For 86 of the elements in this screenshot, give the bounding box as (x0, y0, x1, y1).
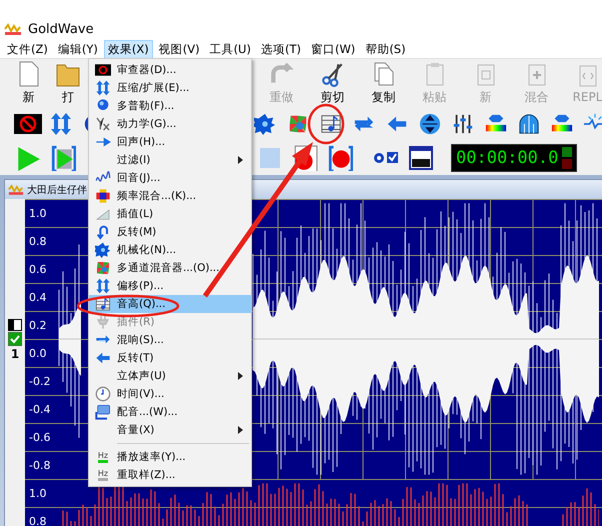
menu-item[interactable]: 插值(L) (89, 205, 251, 223)
menu-item[interactable]: 编辑(Y) (54, 40, 102, 58)
window-icon (409, 146, 433, 170)
axis-label: 0.8 (28, 515, 48, 526)
menu-item[interactable]: 混响(S)... (89, 331, 251, 349)
app-logo-icon (4, 23, 22, 35)
axis-label: 0.2 (28, 319, 48, 332)
menu-item[interactable]: 立体声(U) (89, 367, 251, 385)
menu-item[interactable]: Hz 重取样(Z)... (89, 466, 251, 484)
app-title: GoldWave (28, 22, 94, 36)
music-note-icon (95, 296, 111, 312)
highlight-circle (308, 104, 344, 144)
menu-item[interactable]: 时间(V)... (89, 385, 251, 403)
axis-label: -0.2 (28, 375, 52, 388)
crossed-axes-icon (95, 116, 111, 132)
music-note-icon (320, 113, 342, 135)
speech-bubble-icon (95, 404, 111, 420)
sliders-icon (452, 113, 474, 135)
document-title: 大田后生仔伴 (27, 184, 87, 196)
submenu-arrow-icon (238, 156, 243, 164)
open-button[interactable]: 打 (56, 60, 80, 106)
gear-icon (95, 242, 111, 258)
axis-label: -0.4 (28, 403, 52, 416)
new-file-button[interactable]: 新 (3, 60, 54, 106)
menu-item[interactable]: 效果(X) (104, 40, 153, 58)
loop-play-icon (50, 145, 76, 171)
menu-item[interactable]: 工具(U) (206, 40, 255, 58)
axis-label: 1.0 (28, 487, 48, 500)
axis-label: 0.6 (28, 263, 48, 276)
up-down-arrows-icon (95, 278, 111, 294)
menu-item[interactable]: 压缩/扩展(E)... (89, 79, 251, 97)
channel-square-icon (8, 319, 22, 331)
clock-icon (95, 386, 111, 402)
menu-item[interactable]: 音量(X) (89, 421, 251, 439)
menu-item[interactable]: 反转(M) (89, 223, 251, 241)
menu-item[interactable]: Hz 播放速率(Y)... (89, 448, 251, 466)
menu-item[interactable]: 窗口(W) (306, 40, 360, 58)
loop-record-icon (327, 145, 353, 171)
up-down-arrows-icon (49, 112, 73, 136)
cut-button[interactable]: 剪切 (307, 60, 358, 106)
left-arrow-icon (95, 350, 111, 366)
channel-checkbox[interactable] (8, 332, 22, 346)
axis-label: 0.4 (28, 291, 48, 304)
channel-number: 1 (10, 347, 20, 361)
menu-item[interactable]: 机械化(N)... (89, 241, 251, 259)
menu-item[interactable]: 配音...(W)... (89, 403, 251, 421)
menu-item[interactable]: 回音(J)... (89, 169, 251, 187)
submenu-arrow-icon (238, 372, 243, 380)
arch-icon (518, 113, 540, 135)
menu-item[interactable]: 多通道混音器...(O)... (89, 259, 251, 277)
u-turn-arrow-icon (95, 224, 111, 240)
axis-label: 1.0 (28, 207, 48, 220)
menu-item[interactable]: 动力学(G)... (89, 115, 251, 133)
menu-item[interactable]: 音高(Q)... (89, 295, 251, 313)
axis-label: -0.6 (28, 431, 52, 444)
menu-item[interactable]: 频率混合...(K)... (89, 187, 251, 205)
blank-square-icon (258, 146, 282, 170)
axis-label: 0.8 (28, 235, 48, 248)
up-down-circle-icon (419, 113, 441, 135)
documents-icon (372, 60, 396, 86)
document-icon (18, 60, 38, 86)
axis-label: -0.8 (28, 459, 52, 472)
stop-sign-icon (14, 114, 42, 134)
menu-item[interactable]: 视图(V) (154, 40, 204, 58)
gear-icon (254, 113, 276, 135)
copy-button[interactable]: 复制 (358, 60, 409, 106)
menu-item[interactable]: 多普勒(F)... (89, 97, 251, 115)
menu-item[interactable]: 审查器(D)... (89, 61, 251, 79)
status-lights-icon (562, 147, 572, 169)
plug-icon (95, 314, 111, 330)
menu-item[interactable]: 反转(T) (89, 349, 251, 367)
time-display: 00:00:00.0 (451, 144, 578, 172)
color-blocks-icon (95, 188, 111, 204)
menu-item[interactable]: 选项(T) (256, 40, 305, 58)
menu-item[interactable]: 回声(H)... (89, 133, 251, 151)
pinwheel-icon (287, 113, 309, 135)
up-down-arrows-icon (95, 80, 111, 96)
menu-item[interactable]: 过滤(I) (89, 151, 251, 169)
axis-label: 0.0 (28, 347, 48, 360)
pinwheel-icon (95, 260, 111, 276)
menu-item[interactable]: 偏移(P)... (89, 277, 251, 295)
stop-sign-icon (95, 62, 111, 78)
submenu-arrow-icon (238, 426, 243, 434)
menu-item[interactable]: 帮助(S) (361, 40, 410, 58)
app-logo-icon (8, 184, 24, 195)
menu-item[interactable]: 文件(Z) (3, 40, 52, 58)
